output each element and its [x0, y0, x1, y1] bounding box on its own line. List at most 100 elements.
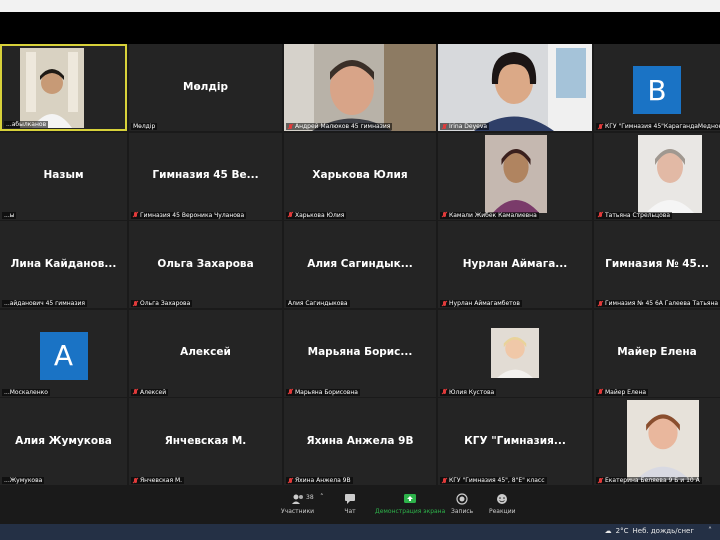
participant-tile[interactable]: ...абылканов	[0, 44, 127, 132]
share-screen-button[interactable]: Демонстрация экрана	[375, 493, 445, 515]
mic-muted-icon	[288, 477, 293, 484]
participant-name-label: Янчевская М.	[131, 477, 185, 485]
participant-tile[interactable]: Irina Deyeva	[438, 44, 592, 132]
participant-tile[interactable]: Харькова Юлия Харькова Юлия	[284, 132, 436, 220]
participant-tile[interactable]: Гимназия 45 Ве... Гимназия 45 Вероника Чу…	[129, 132, 282, 220]
participant-tile[interactable]: Марьяна Борис... Марьяна Борисовна	[284, 309, 436, 397]
participant-name-text: ...ы	[4, 211, 15, 219]
chat-label: Чат	[344, 508, 356, 515]
participant-name-label: Гимназия 45 Вероника Чуланова	[131, 211, 247, 219]
chat-button[interactable]: Чат	[343, 493, 357, 515]
participant-tile[interactable]: Назым ...ы	[0, 132, 127, 220]
participant-tile[interactable]: Алексей Алексей	[129, 309, 282, 397]
mic-muted-icon	[288, 389, 293, 395]
participant-name-text: Алия Сагиндыкова	[288, 300, 348, 308]
participant-name-text: Марьяна Борисовна	[295, 388, 358, 396]
weather-widget[interactable]: ☁ 2°C Неб. дождь/снег	[605, 527, 694, 535]
participant-photo	[485, 134, 547, 213]
share-screen-label: Демонстрация экрана	[375, 508, 446, 515]
participant-name-label: Алия Сагиндыкова	[286, 300, 350, 308]
weather-temperature: 2°C	[615, 527, 629, 535]
mic-muted-icon	[133, 212, 138, 218]
participant-tile[interactable]: А ...Москаленко	[0, 309, 127, 397]
participant-tile[interactable]: Майер Елена Майер Елена	[594, 309, 720, 397]
participant-name-label: КГУ "Гимназия 45", 8"Е" класс	[440, 477, 547, 485]
participant-tile[interactable]: Алия Сагиндык... Алия Сагиндыкова	[284, 221, 436, 309]
participant-display-name: Алексей	[180, 346, 231, 359]
participant-name-label: Юлия Кустова	[440, 388, 497, 396]
participant-tile[interactable]: Татьяна Стрельцова	[594, 132, 720, 220]
participant-display-name: Назым	[43, 169, 84, 182]
participant-tile[interactable]: Яхина Анжела 9В Яхина Анжела 9В	[284, 398, 436, 486]
participant-name-label: Екатерина Беляева 9 Б и 10 А	[596, 477, 702, 485]
participant-photo	[627, 400, 699, 481]
participant-name-label: Майер Елена	[596, 388, 649, 396]
participants-icon	[291, 493, 305, 505]
participant-name-label: Камали Жибек Камалиевна	[440, 211, 539, 219]
participant-name-label: Марьяна Борисовна	[286, 388, 360, 396]
participant-name-label: Андрей Малюков 45 гимназия	[286, 123, 393, 131]
windows-taskbar: ☁ 2°C Неб. дождь/снег ˄	[0, 524, 720, 540]
participant-name-text: КГУ "Гимназия 45"КарагандаМедноно	[605, 123, 720, 131]
participant-tile[interactable]: Лина Кайданов... ...айданович 45 гимназия	[0, 221, 127, 309]
participant-name-label: Ольга Захарова	[131, 300, 193, 308]
participant-avatar-letter: А	[39, 331, 88, 380]
participant-display-name: Янчевская М.	[164, 434, 247, 447]
record-label: Запись	[451, 508, 474, 515]
participant-tile[interactable]: КГУ "Гимназия... КГУ "Гимназия 45", 8"Е" …	[438, 398, 592, 486]
cloud-icon: ☁	[604, 527, 612, 535]
participant-photo	[491, 327, 539, 378]
participant-name-label: ...айданович 45 гимназия	[2, 300, 88, 308]
participant-tile[interactable]: Юлия Кустова	[438, 309, 592, 397]
participant-name-text: Яхина Анжела 9В	[295, 477, 351, 485]
participant-tile[interactable]: Мөлдір Мөлдір	[129, 44, 282, 132]
mic-muted-icon	[598, 389, 603, 395]
participant-name-label: Irina Deyeva	[440, 123, 490, 131]
record-button[interactable]: Запись	[451, 493, 473, 515]
participant-name-text: Екатерина Беляева 9 Б и 10 А	[605, 477, 700, 485]
participant-display-name: Ольга Захарова	[157, 257, 254, 270]
weather-text: Неб. дождь/снег	[632, 527, 695, 535]
mic-muted-icon	[598, 300, 603, 307]
participant-name-label: Харькова Юлия	[286, 211, 347, 219]
participant-display-name: Гимназия 45 Ве...	[152, 169, 259, 182]
participant-tile[interactable]: Ольга Захарова Ольга Захарова	[129, 221, 282, 309]
reactions-icon	[495, 493, 509, 505]
window-top-bar	[0, 0, 720, 12]
participant-tile[interactable]: Екатерина Беляева 9 Б и 10 А	[594, 398, 720, 486]
participant-name-label: Татьяна Стрельцова	[596, 211, 673, 219]
participant-display-name: Алия Сагиндык...	[307, 257, 413, 270]
meeting-toolbar: Участники 38 ˄ Чат Демонстрация экрана З…	[0, 490, 720, 524]
participant-name-label: ...Жумукова	[2, 477, 45, 485]
reactions-button[interactable]: Реакции	[489, 493, 516, 515]
participant-display-name: Мөлдір	[183, 80, 228, 93]
video-gallery: ...абылканов Мөлдір Мөлдір Андрей Малюков 4…	[0, 44, 720, 490]
record-icon	[455, 493, 469, 505]
participants-count: 38	[306, 494, 314, 501]
mic-muted-icon	[133, 477, 138, 484]
participant-name-text: Irina Deyeva	[449, 123, 488, 131]
mic-muted-icon	[598, 212, 603, 218]
participant-display-name: Гимназия № 45...	[605, 257, 709, 270]
participant-name-text: Татьяна Стрельцова	[605, 211, 671, 219]
participant-tile[interactable]: Гимназия № 45... Гимназия № 45 6А Галеева…	[594, 221, 720, 309]
participant-display-name: Лина Кайданов...	[10, 257, 117, 270]
participant-tile[interactable]: Алия Жумукова ...Жумукова	[0, 398, 127, 486]
participant-name-text: ...Москаленко	[4, 388, 48, 396]
participant-tile[interactable]: Камали Жибек Камалиевна	[438, 132, 592, 220]
chevron-up-icon[interactable]: ˄	[708, 526, 712, 535]
participant-display-name: Майер Елена	[617, 346, 697, 359]
participant-name-text: Мөлдір	[133, 123, 156, 131]
participant-tile[interactable]: Андрей Малюков 45 гимназия	[284, 44, 436, 132]
participant-video	[20, 48, 84, 128]
participant-name-text: Харькова Юлия	[295, 211, 345, 219]
mic-muted-icon	[133, 300, 138, 307]
participant-tile[interactable]: Нурлан Аймага... Нурлан Аймагамбетов	[438, 221, 592, 309]
participant-name-text: Нурлан Аймагамбетов	[449, 300, 520, 308]
participant-name-text: Гимназия 45 Вероника Чуланова	[140, 211, 245, 219]
chevron-up-icon[interactable]: ˄	[320, 493, 324, 501]
participant-tile[interactable]: Янчевская М. Янчевская М.	[129, 398, 282, 486]
participant-name-label: КГУ "Гимназия 45"КарагандаМедноно	[596, 123, 720, 131]
participant-display-name: Харькова Юлия	[312, 169, 408, 182]
participant-tile[interactable]: В КГУ "Гимназия 45"КарагандаМедноно	[594, 44, 720, 132]
